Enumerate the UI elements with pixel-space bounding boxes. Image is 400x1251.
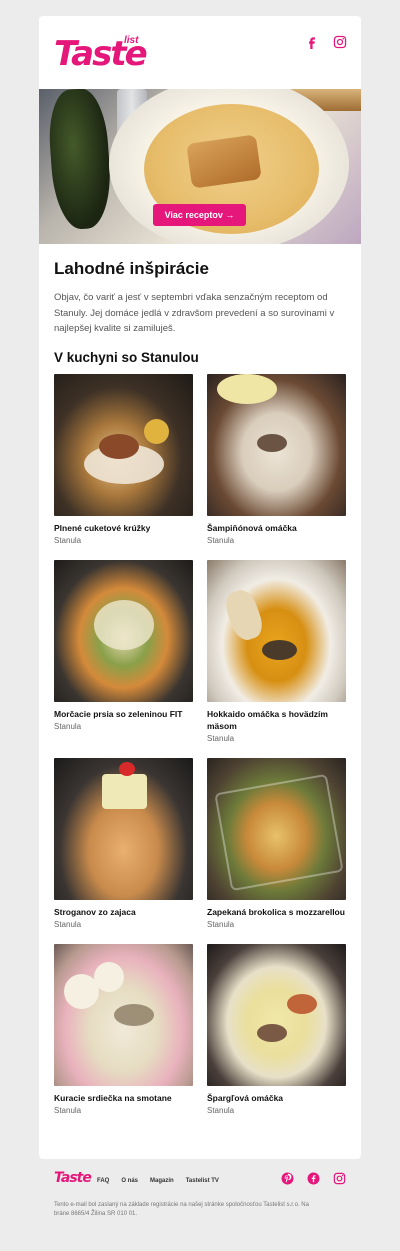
recipe-image[interactable] (207, 758, 346, 900)
recipe-title[interactable]: Morčacie prsia so zeleninou FIT (54, 708, 193, 720)
recipe-author: Stanula (207, 734, 235, 743)
header-social (305, 35, 347, 49)
recipe-author: Stanula (54, 1106, 82, 1115)
recipe-card[interactable]: Zapekaná brokolica s mozzarellou Stanula (207, 758, 346, 929)
recipe-title[interactable]: Kuracie srdiečka na smotane (54, 1092, 193, 1104)
footer-link-tv[interactable]: Tastelist TV (186, 1178, 219, 1184)
recipe-card[interactable]: Hokkaido omáčka s hovädzím mäsom Stanula (207, 560, 346, 743)
recipe-card[interactable]: Šampiňónová omáčka Stanula (207, 374, 346, 545)
recipe-author: Stanula (207, 536, 235, 545)
recipe-title[interactable]: Stroganov zo zajaca (54, 906, 193, 918)
recipe-title[interactable]: Špargľová omáčka (207, 1092, 346, 1104)
recipe-image[interactable] (207, 944, 346, 1086)
recipe-image[interactable] (207, 374, 346, 516)
recipe-image[interactable] (54, 758, 193, 900)
page-title: Lahodné inšpirácie (54, 259, 209, 278)
more-recipes-button[interactable]: Viac receptov → (153, 204, 246, 226)
recipe-card[interactable]: Morčacie prsia so zeleninou FIT Stanula (54, 560, 193, 731)
recipe-author: Stanula (54, 920, 82, 929)
recipe-image[interactable] (207, 560, 346, 702)
recipe-card[interactable]: Špargľová omáčka Stanula (207, 944, 346, 1115)
footer-link-about[interactable]: O nás (121, 1178, 138, 1184)
instagram-icon[interactable] (333, 35, 347, 49)
footer-link-faq[interactable]: FAQ (97, 1178, 109, 1184)
instagram-icon[interactable] (333, 1172, 346, 1185)
recipe-image[interactable] (54, 560, 193, 702)
newsletter-card: Taste list Viac receptov → Lahodné inšpi… (39, 16, 361, 1159)
recipe-image[interactable] (54, 944, 193, 1086)
pinterest-icon[interactable] (281, 1172, 294, 1185)
recipe-title[interactable]: Šampiňónová omáčka (207, 522, 346, 534)
section-title: V kuchyni so Stanulou (54, 350, 199, 365)
recipe-title[interactable]: Hokkaido omáčka s hovädzím mäsom (207, 708, 346, 732)
intro-text: Objav, čo variť a jesť v septembri vďaka… (54, 292, 335, 334)
hero-image: Viac receptov → (39, 89, 361, 244)
zucchini-shape (46, 89, 114, 231)
logo-subtitle: list (124, 35, 139, 46)
recipe-author: Stanula (54, 536, 82, 545)
recipe-author: Stanula (54, 722, 82, 731)
recipe-title[interactable]: Plnené cuketové krúžky (54, 522, 193, 534)
recipe-title[interactable]: Zapekaná brokolica s mozzarellou (207, 906, 346, 918)
facebook-icon[interactable] (305, 35, 319, 49)
footer-links: FAQ O nás Magazín Tastelist TV (97, 1178, 219, 1184)
recipe-author: Stanula (207, 920, 235, 929)
recipe-card[interactable]: Kuracie srdiečka na smotane Stanula (54, 944, 193, 1115)
recipe-card[interactable]: Stroganov zo zajaca Stanula (54, 758, 193, 929)
facebook-icon[interactable] (307, 1172, 320, 1185)
footer-link-magazine[interactable]: Magazín (150, 1178, 174, 1184)
footer-logo[interactable]: Taste (54, 1170, 92, 1186)
recipe-card[interactable]: Plnené cuketové krúžky Stanula (54, 374, 193, 545)
recipe-author: Stanula (207, 1106, 235, 1115)
legal-text: Tento e-mail bol zaslaný na základe regi… (54, 1202, 309, 1217)
tastelist-logo[interactable]: Taste list (54, 35, 148, 71)
recipe-image[interactable] (54, 374, 193, 516)
footer-social (281, 1172, 346, 1185)
bread-shape (186, 134, 262, 189)
